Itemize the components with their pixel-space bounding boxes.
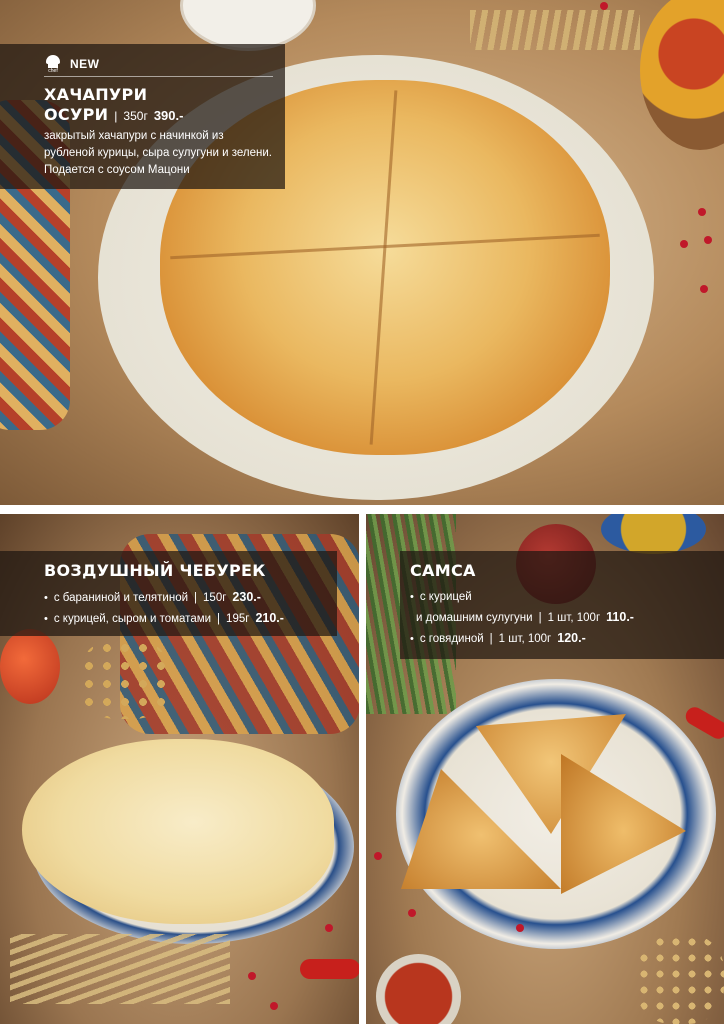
chili-pepper [682,703,724,743]
dish-title: САМСА [410,561,476,580]
bullet: • [44,592,48,604]
menu-item-continued: и домашним сулугуни | 1 шт, 100г 110.- [410,607,714,628]
item-weight: 1 шт, 100г [547,612,601,624]
bullet: • [410,633,414,645]
separator: | [114,109,118,123]
dish-title-line2: ОСУРИ [44,105,109,124]
separator: | [194,592,198,604]
item-price: 230.- [232,590,261,604]
cheburek-info: ВОЗДУШНЫЙ ЧЕБУРЕК • с бараниной и теляти… [0,551,337,636]
bullet: • [410,591,414,603]
chili-flakes-bowl [376,954,461,1024]
dish-weight: 350г [123,109,148,123]
pomegranate-seed [600,2,608,10]
dried-flowers [636,934,724,1024]
dried-flowers [80,639,170,719]
pomegranate-seed [698,208,706,216]
chili-pepper [300,959,359,979]
item-price: 110.- [606,610,634,624]
item-name: с курицей, сыром и томатами [53,613,212,625]
dish-price: 390.- [153,108,184,123]
item-price: 120.- [557,631,586,645]
bullet: • [44,613,48,625]
separator: | [489,633,493,645]
menu-item: • с бараниной и телятиной | 150г 230.- [44,587,323,608]
wheat-ears [470,10,640,50]
pomegranate-seed [270,1002,278,1010]
spice-bowl [640,0,724,150]
cheburek [22,739,334,924]
dish-title-row: ОСУРИ | 350г 390.- [44,105,273,126]
pomegranate-seed [700,285,708,293]
samsa-info: САМСА • с курицей и домашним сулугуни | … [400,551,724,659]
chef-hat-icon: chef [44,55,62,74]
chef-icon-label: chef [48,68,58,74]
item-weight: 195г [226,613,250,625]
dish-title: ВОЗДУШНЫЙ ЧЕБУРЕК [44,561,266,580]
dish-title-line1: ХАЧАПУРИ [44,85,148,104]
item-name: с курицей [419,591,472,603]
menu-item: • с курицей, сыром и томатами | 195г 210… [44,608,323,629]
item-name: с говядиной [419,633,484,645]
tomato [0,629,60,704]
pomegranate-seed [374,852,382,860]
pomegranate-seed [704,236,712,244]
pomegranate-seed [325,924,333,932]
new-label: NEW [70,57,100,71]
item-name: и домашним сулугуни [416,612,533,624]
khachapuri-info: chef NEW ХАЧАПУРИ ОСУРИ | 350г 390.- зак… [0,44,285,189]
menu-item: • с курицей [410,587,714,607]
separator: | [217,613,221,625]
new-badge: chef NEW [44,52,273,77]
menu-item: • с говядиной | 1 шт, 100г 120.- [410,628,714,649]
dish-description: закрытый хачапури с начинкой из рубленой… [44,130,273,176]
pomegranate-seed [516,924,524,932]
item-weight: 1 шт, 100г [498,633,552,645]
separator: | [538,612,542,624]
item-weight: 150г [203,592,227,604]
item-price: 210.- [255,611,284,625]
pomegranate-seed [248,972,256,980]
item-name: с бараниной и телятиной [53,592,189,604]
pomegranate-seed [408,909,416,917]
pomegranate-seed [680,240,688,248]
wheat-ears [10,934,230,1004]
spice-bowl [601,514,706,554]
